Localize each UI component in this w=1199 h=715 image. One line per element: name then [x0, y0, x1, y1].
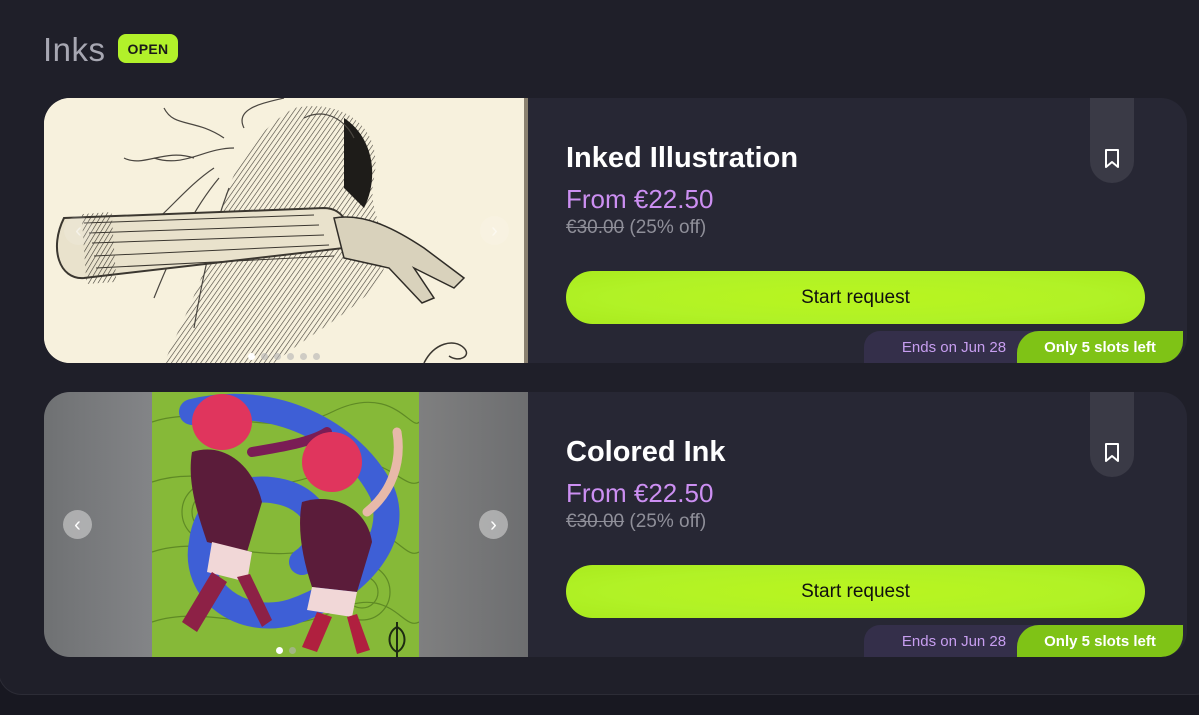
- discount: (25% off): [629, 511, 707, 532]
- inked-illustration-artwork: [44, 98, 524, 363]
- carousel-dot[interactable]: [274, 353, 281, 360]
- slots-left-tag: Only 5 slots left: [1017, 331, 1183, 363]
- image-carousel[interactable]: ‹ ›: [44, 98, 528, 363]
- commission-card: ‹ › Inked Illustration From €22.50 €30.0…: [44, 98, 1187, 363]
- carousel-dot[interactable]: [261, 353, 268, 360]
- price: From €22.50: [566, 184, 714, 214]
- start-request-button[interactable]: Start request: [566, 565, 1145, 618]
- original-price: €30.00: [566, 511, 625, 532]
- carousel-dot[interactable]: [313, 353, 320, 360]
- bookmark-button[interactable]: [1090, 392, 1134, 477]
- colored-ink-artwork: [152, 392, 419, 657]
- carousel-prev-button[interactable]: ‹: [63, 510, 92, 539]
- original-price: €30.00: [566, 217, 625, 238]
- carousel-dot[interactable]: [276, 647, 283, 654]
- card-title: Inked Illustration: [566, 142, 799, 174]
- discount: (25% off): [629, 217, 707, 238]
- original-price-line: €30.00 (25% off): [566, 511, 706, 533]
- carousel-next-button[interactable]: ›: [479, 510, 508, 539]
- slots-left-tag: Only 5 slots left: [1017, 625, 1183, 657]
- carousel-next-button[interactable]: ›: [480, 216, 509, 245]
- start-request-button[interactable]: Start request: [566, 271, 1145, 324]
- commission-card: ‹ › Colored Ink From €22.50 €30.00 (25% …: [44, 392, 1187, 657]
- open-status-badge: OPEN: [118, 34, 178, 63]
- carousel-dot[interactable]: [248, 353, 255, 360]
- carousel-dot[interactable]: [287, 353, 294, 360]
- carousel-dots: [44, 647, 528, 654]
- bookmark-icon: [1105, 149, 1119, 168]
- original-price-line: €30.00 (25% off): [566, 217, 706, 239]
- card-title: Colored Ink: [566, 436, 726, 468]
- bookmark-button[interactable]: [1090, 98, 1134, 183]
- price: From €22.50: [566, 478, 714, 508]
- carousel-prev-button[interactable]: ‹: [64, 216, 93, 245]
- bookmark-icon: [1105, 443, 1119, 462]
- carousel-dots: [44, 353, 524, 360]
- carousel-dot[interactable]: [289, 647, 296, 654]
- section-title: Inks: [43, 31, 106, 68]
- carousel-dot[interactable]: [300, 353, 307, 360]
- image-carousel[interactable]: ‹ ›: [44, 392, 528, 657]
